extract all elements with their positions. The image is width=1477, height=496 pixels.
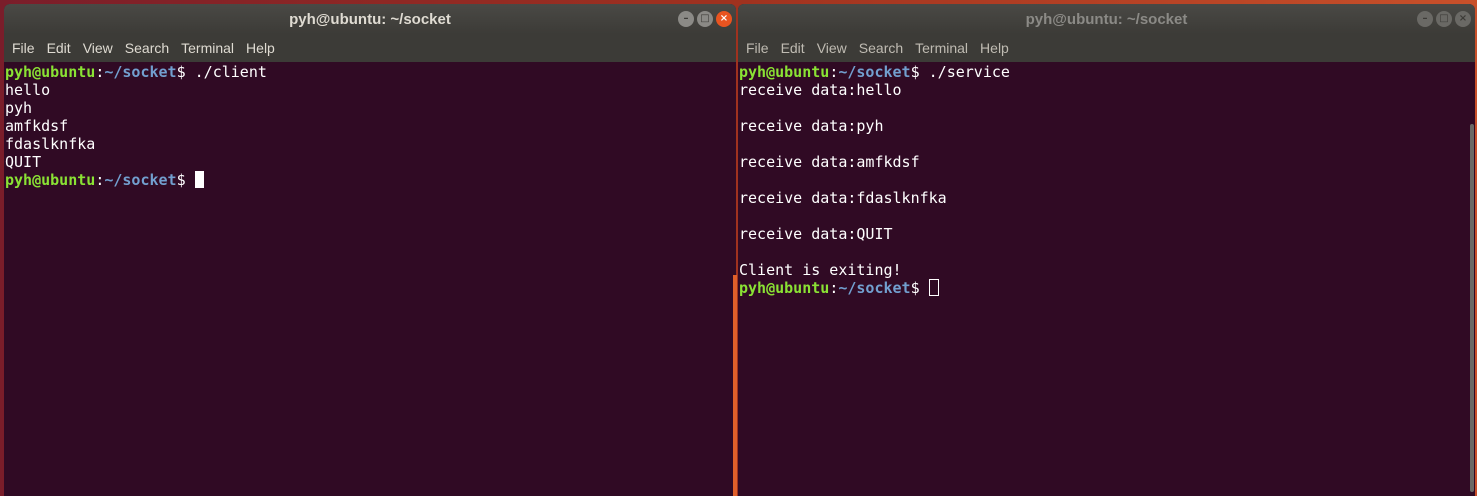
menu-view[interactable]: View xyxy=(77,40,119,56)
command-text: ./client xyxy=(194,63,267,81)
output-line: QUIT xyxy=(5,153,42,171)
output-line: receive data:amfkdsf xyxy=(739,153,920,171)
current-prompt-line: pyh@ubuntu:~/socket$ xyxy=(5,171,735,189)
output-line: receive data:fdaslknfka xyxy=(739,189,947,207)
prompt-user: pyh@ubuntu xyxy=(5,171,96,189)
output-line: receive data:pyh xyxy=(739,117,884,135)
terminal-output[interactable]: pyh@ubuntu:~/socket$ ./service receive d… xyxy=(738,62,1475,496)
terminal-window-service[interactable]: pyh@ubuntu: ~/socket – □ × File Edit Vie… xyxy=(738,4,1475,496)
output-line: Client is exiting! xyxy=(739,261,902,279)
prompt-symbol: $ xyxy=(910,279,920,297)
title-bar[interactable]: pyh@ubuntu: ~/socket – □ × xyxy=(4,4,736,34)
text-cursor xyxy=(928,279,939,296)
menu-view[interactable]: View xyxy=(811,40,853,56)
menu-search[interactable]: Search xyxy=(853,40,909,56)
menu-help[interactable]: Help xyxy=(240,40,281,56)
prompt-symbol: $ xyxy=(176,171,186,189)
menu-edit[interactable]: Edit xyxy=(41,40,77,56)
scrollbar[interactable] xyxy=(1465,62,1475,496)
close-button[interactable]: × xyxy=(1455,11,1471,27)
prompt-user: pyh@ubuntu xyxy=(739,63,830,81)
menu-terminal[interactable]: Terminal xyxy=(175,40,240,56)
maximize-button[interactable]: □ xyxy=(1436,11,1452,27)
prompt-symbol: $ xyxy=(910,63,920,81)
window-title: pyh@ubuntu: ~/socket xyxy=(1025,10,1188,28)
output-line: amfkdsf xyxy=(5,117,69,135)
prompt-path: ~/socket xyxy=(838,279,911,297)
menu-file[interactable]: File xyxy=(6,40,41,56)
title-bar[interactable]: pyh@ubuntu: ~/socket – □ × xyxy=(738,4,1475,34)
command-line: pyh@ubuntu:~/socket$ ./service xyxy=(739,63,1010,81)
minimize-button[interactable]: – xyxy=(678,11,694,27)
window-controls: – □ × xyxy=(1417,11,1471,27)
minimize-button[interactable]: – xyxy=(1417,11,1433,27)
menu-bar: File Edit View Search Terminal Help xyxy=(4,34,736,62)
close-button[interactable]: × xyxy=(716,11,732,27)
window-controls: – □ × xyxy=(678,11,732,27)
menu-edit[interactable]: Edit xyxy=(775,40,811,56)
prompt-symbol: $ xyxy=(176,63,186,81)
terminal-window-client[interactable]: pyh@ubuntu: ~/socket – □ × File Edit Vie… xyxy=(4,4,736,496)
menu-bar: File Edit View Search Terminal Help xyxy=(738,34,1475,62)
window-resize-edge[interactable] xyxy=(733,275,737,496)
prompt-path: ~/socket xyxy=(104,171,177,189)
menu-search[interactable]: Search xyxy=(119,40,175,56)
command-text: ./service xyxy=(928,63,1010,81)
command-line: pyh@ubuntu:~/socket$ ./client xyxy=(5,63,267,81)
terminal-output[interactable]: pyh@ubuntu:~/socket$ ./client hello pyh … xyxy=(4,62,736,496)
menu-file[interactable]: File xyxy=(740,40,775,56)
output-line: receive data:QUIT xyxy=(739,225,893,243)
maximize-button[interactable]: □ xyxy=(697,11,713,27)
output-line: fdaslknfka xyxy=(5,135,96,153)
prompt-path: ~/socket xyxy=(104,63,177,81)
window-title: pyh@ubuntu: ~/socket xyxy=(289,10,451,28)
output-line: receive data:hello xyxy=(739,81,902,99)
scrollbar-thumb[interactable] xyxy=(1470,124,1474,492)
output-line: pyh xyxy=(5,99,33,117)
menu-help[interactable]: Help xyxy=(974,40,1015,56)
text-cursor xyxy=(194,171,204,188)
output-line: hello xyxy=(5,81,51,99)
current-prompt-line: pyh@ubuntu:~/socket$ xyxy=(739,279,1474,297)
prompt-path: ~/socket xyxy=(838,63,911,81)
prompt-user: pyh@ubuntu xyxy=(739,279,830,297)
prompt-user: pyh@ubuntu xyxy=(5,63,96,81)
menu-terminal[interactable]: Terminal xyxy=(909,40,974,56)
